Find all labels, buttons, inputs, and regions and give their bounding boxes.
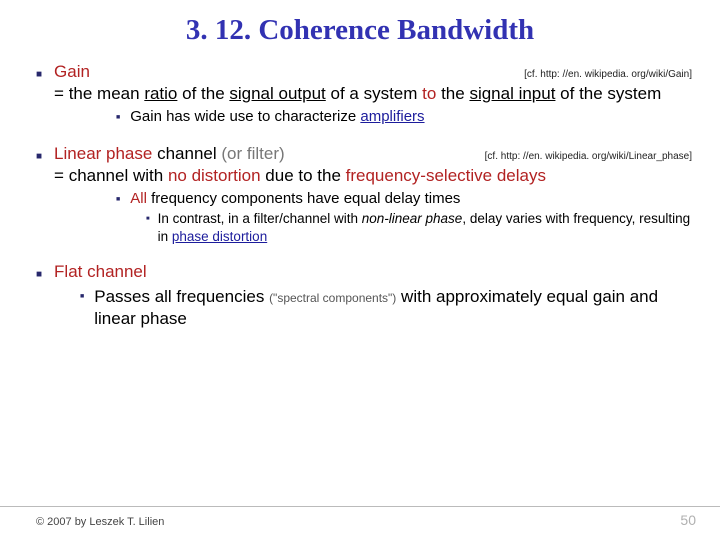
square-bullet-icon: ■ [80,292,84,301]
slide-title: 3. 12. Coherence Bandwidth [0,0,720,47]
def-linear-phase: = channel with no distortion due to the … [54,165,692,187]
square-bullet-icon: ■ [36,150,42,163]
ref-gain: [cf. http: //en. wikipedia. org/wiki/Gai… [524,68,692,81]
bullet-flat-channel: ■ Flat channel [36,261,692,283]
page-number: 50 [680,512,696,528]
slide-body: ■ Gain [cf. http: //en. wikipedia. org/w… [0,47,720,330]
square-bullet-icon: ■ [116,113,120,122]
footer: © 2007 by Leszek T. Lilien 50 [0,506,720,528]
square-bullet-icon: ■ [36,268,42,281]
bullet-gain-sub: ■ Gain has wide use to characterize ampl… [36,107,692,127]
square-bullet-icon: ■ [36,68,42,81]
bullet-gain: ■ Gain [cf. http: //en. wikipedia. org/w… [36,61,692,105]
copyright: © 2007 by Leszek T. Lilien [36,516,164,528]
bullet-contrast: ■ In contrast, in a filter/channel with … [36,210,692,245]
term-gain: Gain [54,61,90,83]
square-bullet-icon: ■ [116,195,120,204]
square-bullet-icon: ■ [146,216,150,224]
ref-linear-phase: [cf. http: //en. wikipedia. org/wiki/Lin… [485,150,692,163]
bullet-all-freq: ■ All frequency components have equal de… [36,189,692,209]
bullet-flat-sub: ■ Passes all frequencies ("spectral comp… [36,286,692,330]
bullet-linear-phase: ■ Linear phase channel (or filter) [cf. … [36,143,692,187]
def-gain: = the mean ratio of the signal output of… [54,83,692,105]
term-flat-channel: Flat channel [54,262,147,281]
term-linear-phase: Linear phase channel (or filter) [54,143,285,165]
